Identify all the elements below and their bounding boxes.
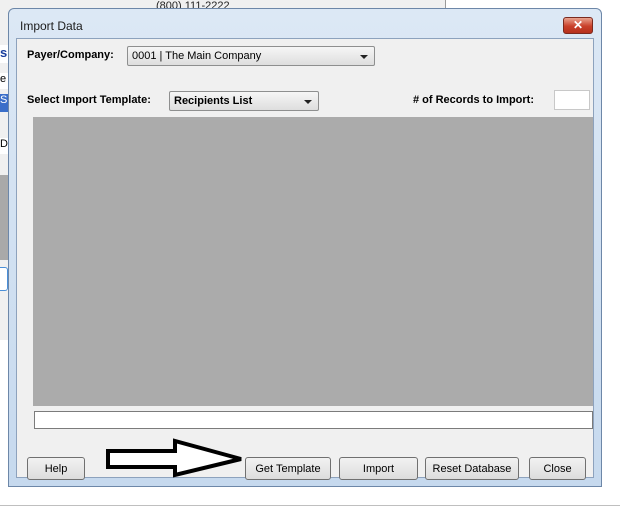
import-data-dialog: Import Data ✕ Payer/Company: 0001 | The … — [8, 8, 602, 487]
import-template-select[interactable]: Recipients List — [169, 91, 319, 111]
chevron-down-icon — [304, 100, 312, 104]
import-template-value: Recipients List — [174, 95, 253, 107]
background-input-edge — [0, 267, 8, 291]
chevron-down-icon — [360, 55, 368, 59]
help-button[interactable]: Help — [27, 457, 85, 480]
payer-company-label: Payer/Company: — [27, 49, 114, 61]
right-arrow-icon — [106, 438, 242, 478]
reset-database-button[interactable]: Reset Database — [425, 457, 519, 480]
get-template-button[interactable]: Get Template — [245, 457, 331, 480]
records-to-import-label: # of Records to Import: — [413, 94, 535, 106]
dialog-client-area: Payer/Company: 0001 | The Main Company S… — [16, 38, 594, 480]
import-template-label: Select Import Template: — [27, 94, 151, 106]
import-data-grid[interactable] — [33, 117, 593, 406]
import-button[interactable]: Import — [339, 457, 418, 480]
background-divider — [0, 505, 620, 506]
payer-company-value: 0001 | The Main Company — [132, 50, 262, 62]
payer-company-select[interactable]: 0001 | The Main Company — [127, 46, 375, 66]
dialog-title: Import Data — [20, 19, 83, 33]
records-to-import-field[interactable] — [554, 90, 590, 110]
status-field — [34, 411, 593, 429]
close-icon[interactable]: ✕ — [563, 17, 593, 34]
close-button[interactable]: Close — [529, 457, 586, 480]
